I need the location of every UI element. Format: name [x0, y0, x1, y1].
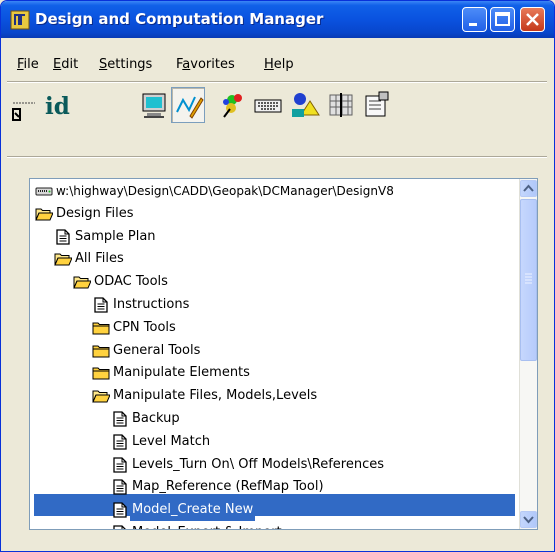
menu-bar: File Edit Settings Favorites Help	[1, 57, 554, 79]
document-icon	[54, 228, 72, 245]
properties-icon	[365, 91, 389, 117]
display-icon	[142, 93, 166, 118]
main-window: Design and Computation Manager File Edit…	[0, 0, 555, 552]
tree-item-label: CPN Tools	[113, 319, 176, 335]
document-icon	[111, 411, 129, 427]
tree-item-label: General Tools	[113, 342, 201, 358]
menu-file[interactable]: File	[17, 57, 39, 72]
document-icon	[111, 525, 129, 529]
drive-icon	[35, 183, 53, 199]
maximize-icon	[495, 12, 510, 26]
grid-button[interactable]	[324, 87, 358, 123]
scroll-down-button[interactable]	[520, 511, 537, 528]
tree-item-label: Level Match	[132, 433, 211, 449]
keyboard-button[interactable]	[251, 87, 285, 123]
folder-icon	[92, 320, 110, 336]
menu-favorites[interactable]: Favorites	[176, 57, 235, 72]
tree-item-label: Manipulate Files, Models,Levels	[113, 388, 318, 404]
maximize-button[interactable]	[490, 7, 515, 32]
folder-open-icon	[35, 206, 54, 222]
tree-item-label: Map_Reference (RefMap Tool)	[132, 479, 324, 495]
scroll-thumb[interactable]	[520, 199, 537, 361]
tree-item-label: ODAC Tools	[94, 274, 168, 290]
tree-item-label: All Files	[75, 251, 124, 267]
app-icon	[10, 10, 30, 30]
display-button[interactable]	[137, 87, 171, 123]
pen-icon	[176, 96, 204, 119]
grip-icon	[525, 273, 532, 284]
shapes-button[interactable]	[288, 87, 322, 123]
tree-item-label: Instructions	[113, 297, 190, 312]
document-icon	[111, 502, 129, 518]
window-title: Design and Computation Manager	[35, 10, 324, 28]
tree-item-label: Sample Plan	[75, 228, 156, 244]
tree-item-label: Design Files	[56, 205, 134, 221]
file-tree[interactable]: w:\highway\Design\CADD\Geopak\DCManager\…	[29, 178, 538, 530]
tree-item-label: Levels_Turn On\ Off Models\References	[132, 456, 385, 472]
folder-open-icon	[73, 274, 92, 290]
tree-item-label: w:\highway\Design\CADD\Geopak\DCManager\…	[56, 184, 394, 198]
pen-button[interactable]	[171, 87, 205, 123]
grid-icon	[329, 93, 353, 117]
close-button[interactable]	[520, 7, 545, 32]
scroll-up-button[interactable]	[520, 180, 537, 197]
tree-item-label: Backup	[132, 411, 180, 426]
palette-icon	[223, 94, 242, 118]
minimize-icon	[469, 23, 477, 26]
tree-item-label: Model_Create New	[130, 499, 256, 522]
vertical-scrollbar[interactable]	[519, 179, 537, 529]
document-icon	[111, 456, 129, 473]
properties-button[interactable]	[359, 87, 393, 123]
folder-open-icon	[54, 251, 73, 267]
document-icon	[92, 297, 110, 313]
document-icon	[111, 479, 129, 496]
chevron-down-icon	[523, 516, 534, 524]
minimize-button[interactable]	[462, 7, 487, 32]
palette-button[interactable]	[216, 87, 250, 123]
menu-separator	[7, 81, 547, 83]
close-icon	[526, 13, 539, 26]
shapes-icon	[292, 93, 320, 117]
status-area	[1, 536, 554, 551]
menu-help[interactable]: Help	[264, 57, 294, 72]
folder-icon	[92, 343, 110, 359]
folder-open-icon	[92, 388, 111, 404]
toolbar-separator	[7, 156, 547, 158]
title-bar[interactable]: Design and Computation Manager	[1, 1, 554, 38]
document-icon	[111, 434, 129, 450]
chevron-up-icon	[523, 184, 534, 192]
folder-icon	[92, 365, 110, 381]
tree-item-label: Model_Export & Import	[132, 522, 282, 529]
toolbar-icons	[1, 87, 554, 133]
menu-edit[interactable]: Edit	[53, 57, 78, 72]
menu-settings[interactable]: Settings	[99, 57, 152, 72]
tree-item-label: Manipulate Elements	[113, 365, 250, 381]
keyboard-icon	[254, 99, 282, 113]
